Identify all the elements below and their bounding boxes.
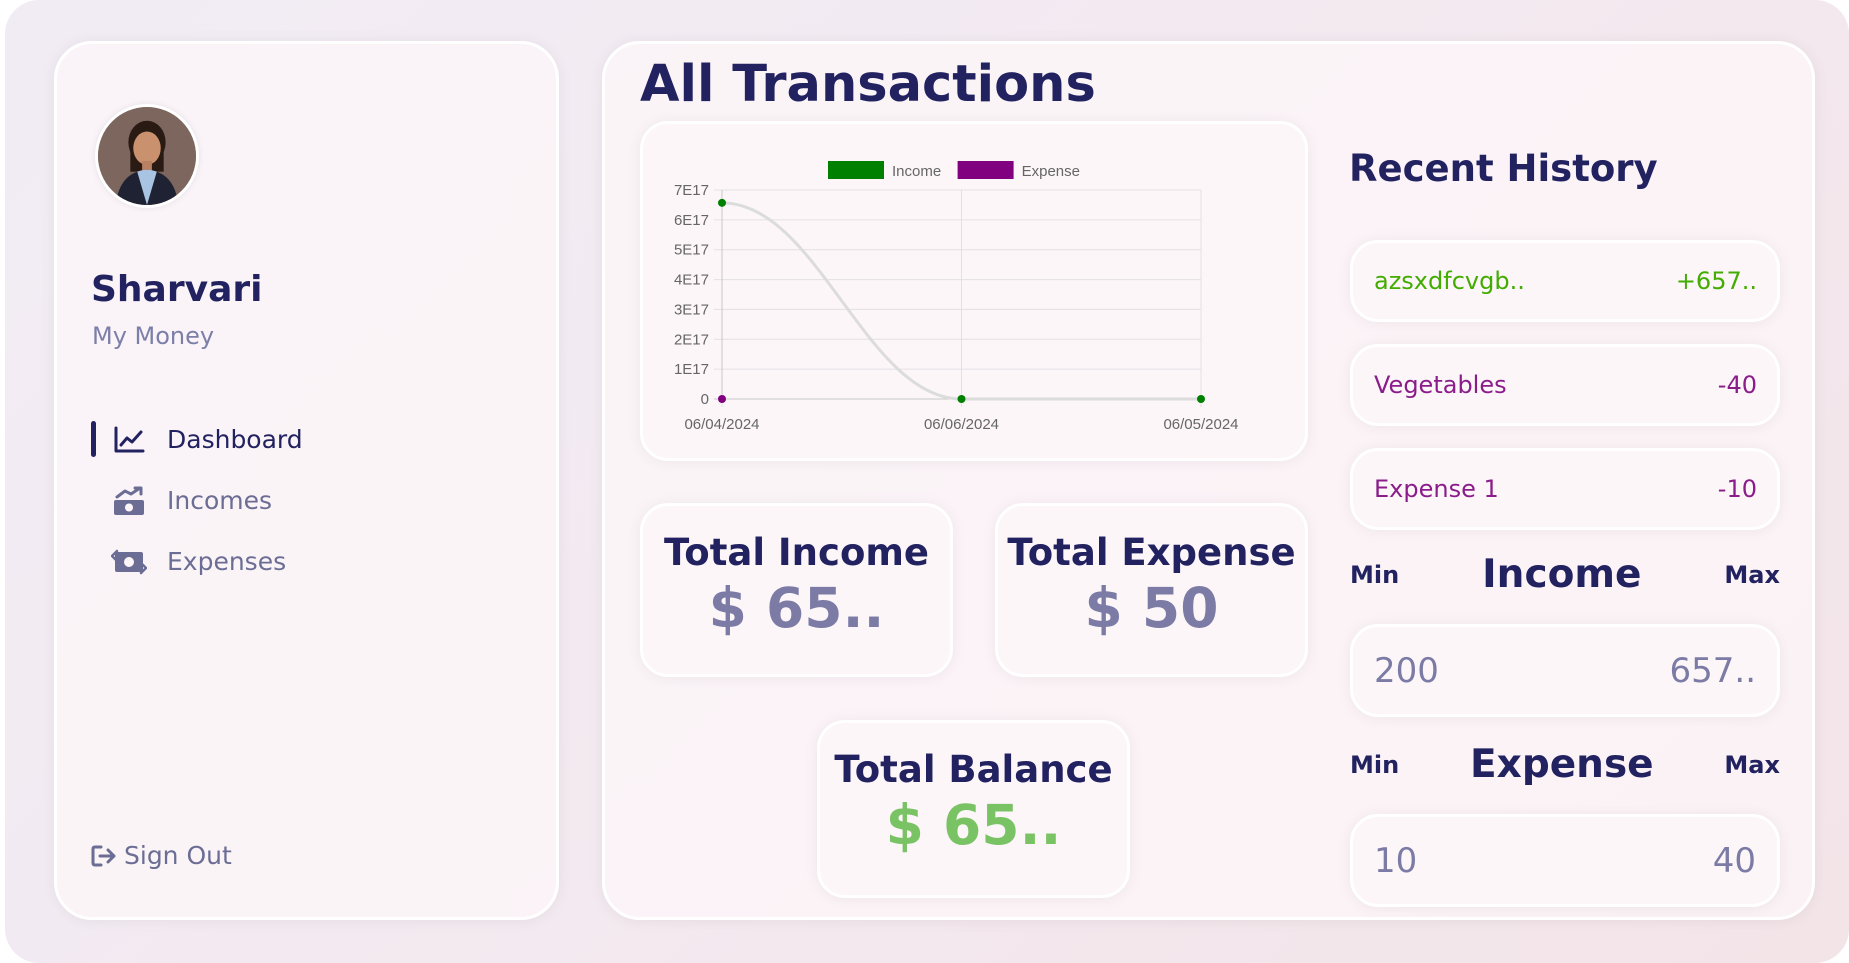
- sign-out-icon: [91, 845, 116, 866]
- history-item-title: azsxdfcvgb..: [1374, 267, 1525, 295]
- chart-y-tick-label: 4E17: [674, 272, 709, 289]
- total-income-title: Total Income: [663, 531, 930, 574]
- transactions-chart: 0 1E17 2E17 3E17 4E17 5E17 6E17 7E17 06/04/2024 0…: [640, 121, 1308, 461]
- avatar-image: [98, 107, 196, 205]
- history-item[interactable]: Vegetables -40: [1350, 344, 1780, 426]
- nav-item-incomes[interactable]: Incomes: [91, 470, 303, 531]
- total-income-card: Total Income $ 65..: [640, 503, 953, 677]
- chart-y-tick-label: 5E17: [674, 242, 709, 259]
- main-panel: All Transactions 0 1E17 2E17 3E17 4E17 5E17 6E…: [602, 41, 1815, 920]
- chart-line-icon: [111, 424, 147, 456]
- income-range-label: Income: [1482, 552, 1642, 597]
- sign-out-button[interactable]: Sign Out: [91, 841, 232, 870]
- chart-point: [718, 395, 726, 403]
- avatar: [95, 104, 199, 208]
- user-name: Sharvari: [91, 269, 263, 310]
- expense-min-label: Min: [1350, 750, 1400, 779]
- expense-min-value: 10: [1374, 840, 1418, 881]
- chart-x-tick-label: 06/06/2024: [924, 416, 999, 433]
- total-balance-value: $ 65..: [885, 793, 1062, 857]
- money-bill-trend-up-icon: [111, 485, 147, 517]
- total-balance-card: Total Balance $ 65..: [817, 720, 1130, 898]
- history-item-title: Expense 1: [1374, 475, 1499, 503]
- chart-legend-swatch: [828, 161, 884, 179]
- sidebar: Sharvari My Money Dashboard Incomes Expe…: [54, 41, 559, 920]
- sign-out-label: Sign Out: [124, 841, 232, 870]
- money-bill-transfer-icon: [111, 546, 147, 578]
- expense-range-box: 10 40: [1350, 814, 1780, 907]
- chart-y-tick-label: 1E17: [674, 361, 709, 378]
- total-balance-title: Total Balance: [834, 748, 1113, 791]
- chart-point: [718, 198, 726, 207]
- expense-max-value: 40: [1712, 840, 1756, 881]
- income-max-value: 657..: [1669, 650, 1756, 691]
- expense-range-label: Expense: [1470, 742, 1654, 787]
- chart-legend-label: Income: [892, 163, 941, 180]
- total-expense-value: $ 50: [1084, 576, 1219, 640]
- nav-label: Expenses: [167, 547, 287, 576]
- history-item[interactable]: azsxdfcvgb.. +657..: [1350, 240, 1780, 322]
- expense-range-header: Min Expense Max: [1350, 742, 1780, 787]
- chart-x-tick-label: 06/05/2024: [1163, 416, 1238, 433]
- app-window: Sharvari My Money Dashboard Incomes Expe…: [5, 0, 1849, 963]
- user-subtitle: My Money: [92, 322, 215, 350]
- income-min-label: Min: [1350, 560, 1400, 589]
- chart-point: [1197, 395, 1205, 403]
- chart-canvas: 0 1E17 2E17 3E17 4E17 5E17 6E17 7E17 06/04/2024 0…: [674, 161, 1239, 433]
- total-expense-card: Total Expense $ 50: [995, 503, 1308, 677]
- nav-item-expenses[interactable]: Expenses: [91, 531, 303, 592]
- chart-y-tick-label: 3E17: [674, 301, 709, 318]
- recent-history-title: Recent History: [1349, 147, 1658, 190]
- income-range-box: 200 657..: [1350, 624, 1780, 717]
- chart-point: [957, 395, 966, 403]
- history-item[interactable]: Expense 1 -10: [1350, 448, 1780, 530]
- total-income-value: $ 65..: [708, 576, 885, 640]
- history-item-amount: -10: [1717, 475, 1757, 503]
- chart-legend-swatch: [957, 161, 1014, 179]
- page-title: All Transactions: [640, 55, 1096, 114]
- chart-y-tick-label: 7E17: [674, 182, 709, 199]
- history-item-title: Vegetables: [1374, 371, 1507, 399]
- nav-item-dashboard[interactable]: Dashboard: [91, 409, 303, 470]
- expense-max-label: Max: [1724, 750, 1780, 779]
- history-item-amount: -40: [1717, 371, 1757, 399]
- nav-menu: Dashboard Incomes Expenses: [91, 409, 303, 592]
- history-item-amount: +657..: [1675, 267, 1757, 295]
- income-max-label: Max: [1724, 560, 1780, 589]
- nav-label: Dashboard: [167, 425, 303, 454]
- chart-x-tick-label: 06/04/2024: [684, 416, 759, 433]
- income-min-value: 200: [1374, 650, 1439, 691]
- chart-y-tick-label: 6E17: [674, 212, 709, 229]
- income-range-header: Min Income Max: [1350, 552, 1780, 597]
- chart-y-tick-label: 0: [701, 391, 709, 408]
- total-expense-title: Total Expense: [1007, 531, 1296, 574]
- nav-label: Incomes: [167, 486, 273, 515]
- chart-legend-label: Expense: [1022, 163, 1080, 180]
- chart-y-tick-label: 2E17: [674, 331, 709, 348]
